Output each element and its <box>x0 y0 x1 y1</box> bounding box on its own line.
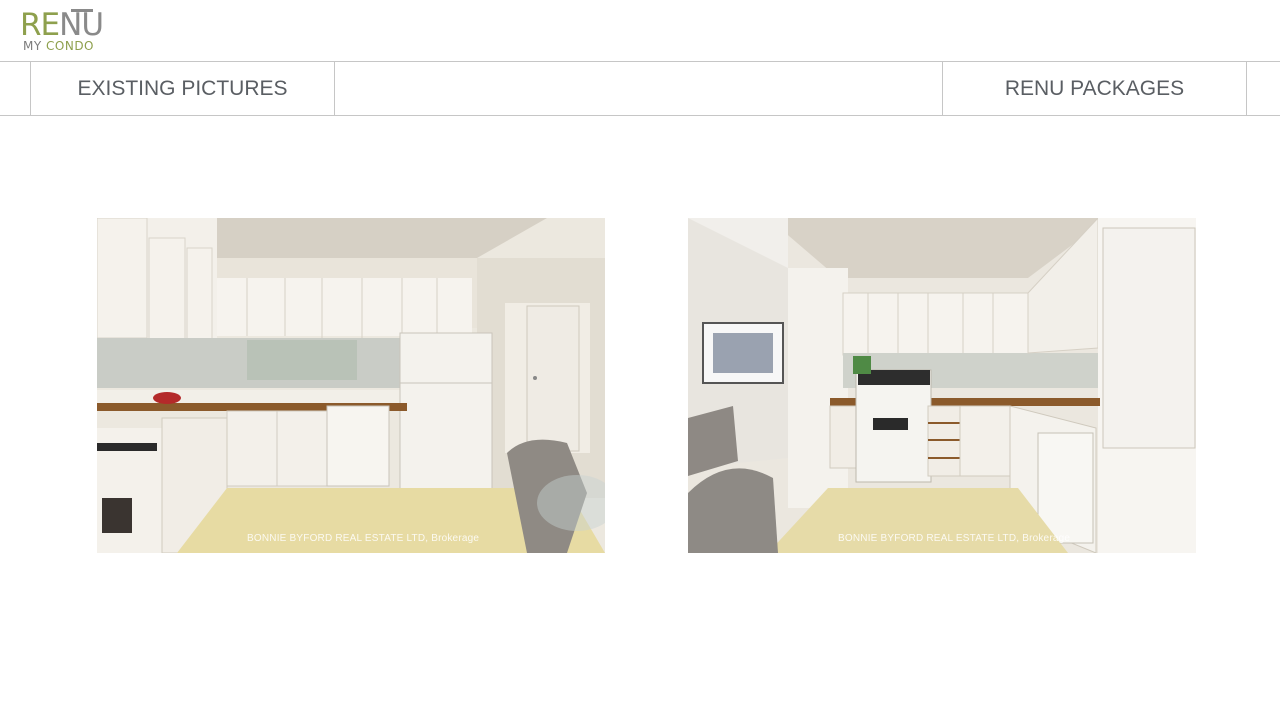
tab-renu-packages[interactable]: RENU PACKAGES <box>942 62 1247 115</box>
logo-subtitle: MY CONDO <box>23 39 94 53</box>
tab-existing-pictures[interactable]: EXISTING PICTURES <box>30 62 335 115</box>
logo-macron <box>71 9 93 12</box>
logo-text-nu: NU <box>59 7 104 43</box>
logo-text-my: MY <box>23 39 42 53</box>
tab-existing-pictures-label: EXISTING PICTURES <box>77 76 288 100</box>
logo-text-re: RE <box>20 7 60 43</box>
tab-bar: EXISTING PICTURES RENU PACKAGES <box>0 61 1280 116</box>
kitchen-photo-icon <box>97 218 605 553</box>
kitchen-photo-2: BONNIE BYFORD REAL ESTATE LTD, Brokerage <box>688 218 1196 553</box>
tab-renu-packages-label: RENU PACKAGES <box>1004 76 1185 100</box>
logo-wordmark: RENU <box>20 7 104 43</box>
photo-1-watermark: BONNIE BYFORD REAL ESTATE LTD, Brokerage <box>247 533 480 544</box>
kitchen-photo-icon <box>688 218 1196 553</box>
renu-logo[interactable]: RENU MY CONDO <box>20 7 104 54</box>
photo-2-watermark: BONNIE BYFORD REAL ESTATE LTD, Brokerage <box>838 533 1071 544</box>
logo-text-condo: CONDO <box>46 39 95 53</box>
kitchen-photo-1: BONNIE BYFORD REAL ESTATE LTD, Brokerage <box>97 218 605 553</box>
